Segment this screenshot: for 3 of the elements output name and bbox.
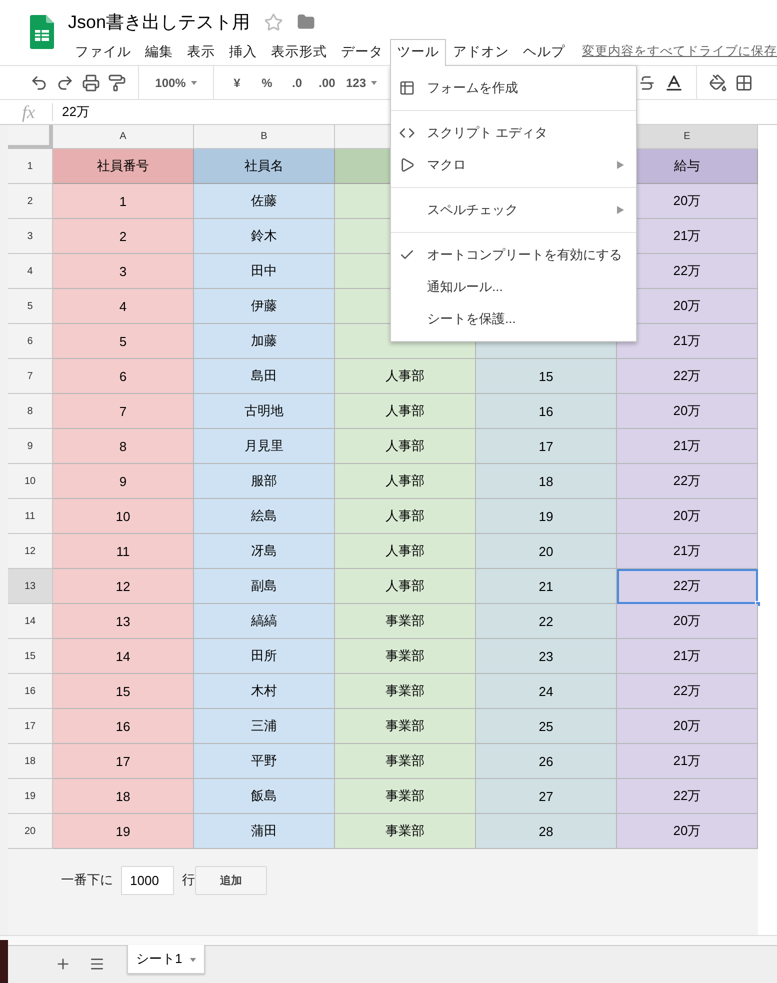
add-rows-prefix: 一番下に bbox=[61, 871, 113, 889]
add-rows-suffix: 行 bbox=[182, 871, 195, 889]
formula-label: fx bbox=[0, 103, 53, 121]
